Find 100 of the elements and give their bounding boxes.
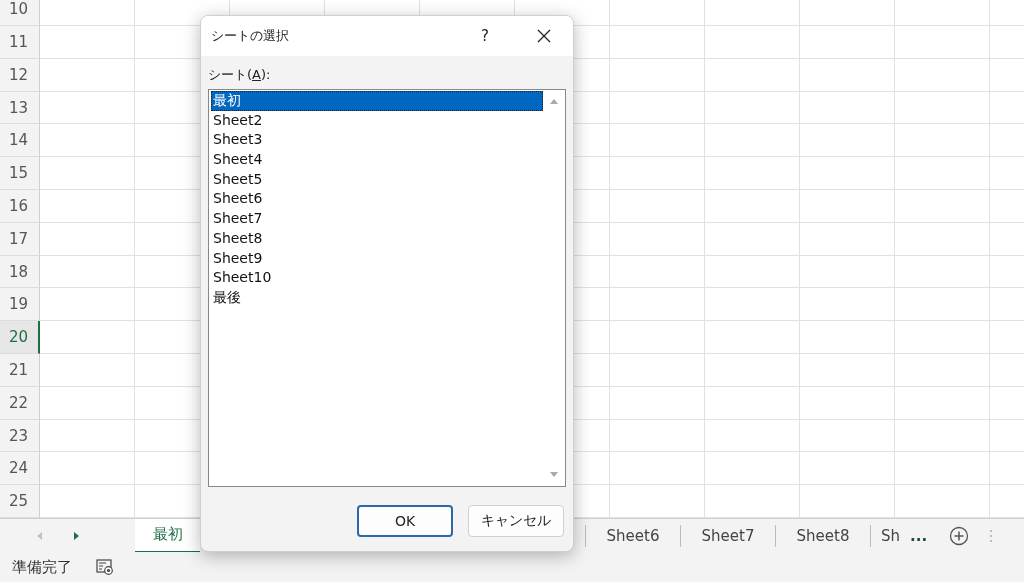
scroll-down-icon[interactable] — [549, 471, 559, 478]
grid-cell[interactable] — [705, 321, 800, 354]
row-header[interactable]: 13 — [0, 91, 40, 125]
list-item[interactable]: Sheet3 — [211, 130, 543, 151]
grid-cell[interactable] — [800, 354, 895, 387]
row-header[interactable]: 10 — [0, 0, 40, 27]
list-item[interactable]: Sheet8 — [211, 228, 543, 249]
grid-cell[interactable] — [40, 321, 135, 354]
sheet-tab[interactable]: Sheet8 — [775, 524, 870, 547]
row-header[interactable]: 22 — [0, 386, 40, 420]
grid-cell[interactable] — [610, 157, 705, 191]
grid-cell[interactable] — [705, 452, 800, 486]
list-item[interactable]: Sheet2 — [211, 110, 543, 131]
grid-cell[interactable] — [610, 452, 705, 486]
list-item[interactable]: Sheet4 — [211, 150, 543, 170]
row-header[interactable]: 25 — [0, 485, 40, 518]
grid-cell[interactable] — [610, 255, 705, 289]
grid-cell[interactable] — [800, 0, 895, 27]
grid-cell[interactable] — [705, 157, 800, 191]
grid-cell[interactable] — [800, 222, 895, 256]
grid-cell[interactable] — [610, 0, 705, 27]
grid-cell[interactable] — [40, 91, 135, 125]
grid-cell[interactable] — [800, 419, 895, 453]
list-item[interactable]: 最初 — [211, 91, 543, 111]
grid-cell[interactable] — [895, 419, 990, 453]
grid-cell[interactable] — [895, 386, 990, 420]
sheet-tab[interactable]: Sheet7 — [680, 524, 775, 547]
grid-cell[interactable] — [800, 26, 895, 59]
ok-button[interactable]: OK — [357, 505, 453, 537]
grid-cell[interactable] — [705, 0, 800, 27]
grid-cell[interactable] — [40, 0, 135, 27]
grid-cell[interactable] — [40, 222, 135, 256]
row-header[interactable]: 20 — [0, 321, 40, 354]
grid-cell[interactable] — [705, 190, 800, 223]
grid-cell[interactable] — [895, 321, 990, 354]
grid-cell[interactable] — [895, 58, 990, 92]
grid-cell[interactable] — [705, 222, 800, 256]
scroll-up-icon[interactable] — [549, 98, 559, 105]
grid-cell[interactable] — [40, 452, 135, 486]
grid-cell[interactable] — [40, 190, 135, 223]
grid-cell[interactable] — [800, 452, 895, 486]
grid-cell[interactable] — [610, 222, 705, 256]
grid-cell[interactable] — [800, 321, 895, 354]
grid-cell[interactable] — [895, 91, 990, 125]
list-item[interactable]: Sheet10 — [211, 268, 543, 288]
grid-cell[interactable] — [705, 386, 800, 420]
sheet-tab[interactable]: 最初 — [135, 518, 200, 553]
row-header[interactable]: 12 — [0, 58, 40, 92]
grid-cell[interactable] — [705, 91, 800, 125]
grid-cell[interactable] — [40, 26, 135, 59]
row-header[interactable]: 14 — [0, 124, 40, 158]
scroll-left-icon[interactable] — [36, 530, 44, 541]
grid-cell[interactable] — [895, 26, 990, 59]
grid-cell[interactable] — [895, 222, 990, 256]
cancel-button[interactable]: キャンセル — [468, 505, 564, 537]
grid-cell[interactable] — [800, 58, 895, 92]
grid-cell[interactable] — [610, 58, 705, 92]
grid-cell[interactable] — [40, 419, 135, 453]
grid-cell[interactable] — [895, 124, 990, 158]
row-header[interactable]: 16 — [0, 190, 40, 223]
grid-cell[interactable] — [800, 386, 895, 420]
grid-cell[interactable] — [895, 354, 990, 387]
grid-cell[interactable] — [800, 157, 895, 191]
grid-cell[interactable] — [40, 157, 135, 191]
grid-cell[interactable] — [610, 321, 705, 354]
grid-cell[interactable] — [800, 190, 895, 223]
grid-cell[interactable] — [40, 58, 135, 92]
more-options-icon[interactable] — [989, 528, 994, 543]
grid-cell[interactable] — [705, 255, 800, 289]
row-header[interactable]: 19 — [0, 288, 40, 322]
grid-cell[interactable] — [40, 354, 135, 387]
row-header[interactable]: 23 — [0, 419, 40, 453]
grid-cell[interactable] — [705, 58, 800, 92]
grid-cell[interactable] — [705, 419, 800, 453]
row-header[interactable]: 11 — [0, 26, 40, 59]
sheet-tab[interactable]: Sheet6 — [585, 524, 680, 547]
row-header[interactable]: 15 — [0, 157, 40, 191]
grid-cell[interactable] — [895, 288, 990, 322]
add-sheet-icon[interactable] — [949, 525, 970, 546]
grid-cell[interactable] — [40, 386, 135, 420]
grid-cell[interactable] — [895, 0, 990, 27]
list-item[interactable]: Sheet6 — [211, 189, 543, 210]
list-item[interactable]: Sheet9 — [211, 248, 543, 269]
more-tabs-button[interactable]: ... — [910, 526, 928, 545]
grid-cell[interactable] — [800, 288, 895, 322]
grid-cell[interactable] — [705, 26, 800, 59]
grid-cell[interactable] — [610, 288, 705, 322]
scroll-right-icon[interactable] — [72, 530, 80, 541]
row-header[interactable]: 24 — [0, 452, 40, 486]
grid-cell[interactable] — [800, 91, 895, 125]
close-icon[interactable] — [537, 29, 551, 43]
row-header[interactable]: 17 — [0, 222, 40, 256]
grid-cell[interactable] — [895, 255, 990, 289]
grid-cell[interactable] — [40, 124, 135, 158]
grid-cell[interactable] — [610, 190, 705, 223]
grid-cell[interactable] — [610, 386, 705, 420]
grid-cell[interactable] — [800, 255, 895, 289]
help-button[interactable]: ? — [481, 27, 489, 45]
grid-cell[interactable] — [895, 190, 990, 223]
accessibility-icon[interactable] — [96, 559, 114, 575]
